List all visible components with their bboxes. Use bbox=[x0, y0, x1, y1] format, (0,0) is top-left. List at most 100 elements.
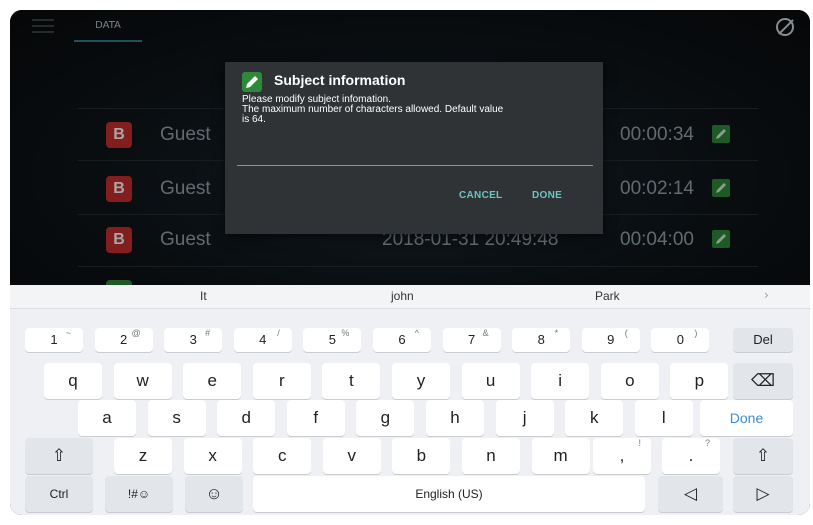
key-7[interactable]: 7 & bbox=[442, 328, 501, 352]
suggestion[interactable]: Park bbox=[595, 289, 620, 303]
key-label: y bbox=[416, 371, 426, 390]
key-sublabel: ( bbox=[624, 328, 628, 338]
key-w[interactable]: w bbox=[113, 363, 172, 399]
key-label: h bbox=[450, 408, 460, 427]
key-comma[interactable]: ,! bbox=[593, 438, 651, 474]
key-sublabel: # bbox=[205, 328, 211, 338]
key-label: ⇧ bbox=[51, 446, 67, 465]
key-5[interactable]: 5% bbox=[303, 328, 362, 352]
key-label: ⇧ bbox=[755, 446, 771, 465]
key-g[interactable]: g bbox=[356, 400, 415, 436]
key-label: 6 bbox=[398, 332, 406, 347]
space-bar[interactable]: English (US) bbox=[253, 476, 645, 512]
key-4[interactable]: 4/ bbox=[233, 328, 292, 352]
key-label: 3 bbox=[189, 332, 197, 347]
key-label: b bbox=[416, 446, 427, 465]
key-sublabel: & bbox=[482, 328, 489, 338]
done-button[interactable]: DONE bbox=[532, 190, 562, 201]
tablet-screen: DATA B Guest 00:00:34 B Guest 00:02:14 B… bbox=[10, 10, 810, 515]
key-f[interactable]: f bbox=[286, 400, 345, 436]
key-o[interactable]: o bbox=[600, 363, 659, 399]
key-3[interactable]: 3 # bbox=[164, 328, 223, 352]
key-sublabel: * bbox=[554, 328, 559, 338]
symbols-key[interactable]: !#☺ bbox=[105, 476, 173, 512]
key-label: f bbox=[313, 408, 319, 427]
arrow-right-icon[interactable]: ▷ bbox=[733, 476, 793, 512]
key-label: 1 bbox=[50, 332, 58, 347]
subject-input[interactable] bbox=[237, 146, 593, 166]
key-m[interactable]: m bbox=[531, 438, 590, 474]
suggestion[interactable]: john bbox=[391, 289, 414, 303]
key-label: v bbox=[347, 446, 357, 465]
key-sublabel: / bbox=[277, 328, 280, 338]
key-1[interactable]: 1 ~ bbox=[25, 328, 83, 352]
key-x[interactable]: x bbox=[183, 438, 242, 474]
key-p[interactable]: p bbox=[670, 363, 729, 399]
key-label: a bbox=[102, 408, 112, 427]
key-label: ◁ bbox=[683, 484, 698, 503]
key-label: m bbox=[553, 446, 568, 465]
arrow-left-icon[interactable]: ◁ bbox=[658, 476, 723, 512]
key-t[interactable]: t bbox=[322, 363, 381, 399]
key-0[interactable]: 0) bbox=[651, 328, 710, 352]
suggestion[interactable]: It bbox=[200, 289, 207, 303]
key-sublabel: ^ bbox=[414, 328, 419, 338]
app-screen: DATA B Guest 00:00:34 B Guest 00:02:14 B… bbox=[10, 10, 810, 285]
ctrl-key[interactable]: Ctrl bbox=[25, 476, 93, 512]
dialog-message-line: The maximum number of characters allowed… bbox=[242, 104, 504, 115]
key-q[interactable]: q bbox=[44, 363, 102, 399]
key-y[interactable]: y bbox=[392, 363, 450, 399]
key-j[interactable]: j bbox=[495, 400, 554, 436]
key-h[interactable]: h bbox=[426, 400, 484, 436]
key-e[interactable]: e bbox=[183, 363, 242, 399]
dialog-message: Please modify subject infomation. The ma… bbox=[242, 95, 587, 125]
key-sublabel: @ bbox=[131, 328, 141, 338]
key-label: c bbox=[277, 446, 287, 465]
key-z[interactable]: z bbox=[114, 438, 172, 474]
key-l[interactable]: l bbox=[634, 400, 693, 436]
done-key[interactable]: Done bbox=[700, 400, 793, 436]
suggestion-bar: It john Park › bbox=[10, 285, 810, 309]
key-sublabel: ! bbox=[638, 438, 641, 448]
key-8[interactable]: 8 * bbox=[512, 328, 571, 352]
emoji-icon[interactable]: ☺ bbox=[185, 476, 243, 512]
key-n[interactable]: n bbox=[462, 438, 520, 474]
chevron-right-icon[interactable]: › bbox=[764, 288, 769, 302]
key-v[interactable]: v bbox=[322, 438, 381, 474]
key-label: ▷ bbox=[756, 484, 770, 503]
key-a[interactable]: a bbox=[78, 400, 136, 436]
key-label: e bbox=[207, 371, 217, 390]
key-label: , bbox=[619, 446, 625, 465]
key-period[interactable]: .? bbox=[662, 438, 720, 474]
key-6[interactable]: 6 ^ bbox=[373, 328, 431, 352]
cancel-button[interactable]: CANCEL bbox=[459, 190, 502, 201]
delete-button[interactable]: Del bbox=[733, 328, 793, 352]
key-label: d bbox=[241, 408, 251, 427]
shift-icon[interactable]: ⇧ bbox=[733, 438, 793, 474]
key-label: 4 bbox=[259, 332, 267, 347]
key-k[interactable]: k bbox=[565, 400, 624, 436]
key-c[interactable]: c bbox=[253, 438, 312, 474]
key-label: English (US) bbox=[415, 487, 483, 501]
key-9[interactable]: 9( bbox=[581, 328, 640, 352]
key-2[interactable]: 2 @ bbox=[94, 328, 153, 352]
key-label: 9 bbox=[607, 332, 615, 347]
shift-icon[interactable]: ⇧ bbox=[25, 438, 93, 474]
key-sublabel: ? bbox=[704, 438, 710, 448]
key-b[interactable]: b bbox=[392, 438, 451, 474]
key-label: 2 bbox=[119, 332, 128, 347]
key-r[interactable]: r bbox=[252, 363, 311, 399]
key-label: Done bbox=[729, 410, 764, 426]
key-label: n bbox=[486, 446, 496, 465]
key-i[interactable]: i bbox=[531, 363, 590, 399]
key-label: Ctrl bbox=[49, 487, 69, 501]
key-label: j bbox=[522, 408, 527, 427]
key-label: ☺ bbox=[205, 484, 223, 503]
backspace-icon[interactable]: ⌫ bbox=[733, 363, 793, 399]
key-d[interactable]: d bbox=[217, 400, 276, 436]
key-s[interactable]: s bbox=[147, 400, 206, 436]
key-sublabel: ) bbox=[694, 328, 698, 338]
key-label: Del bbox=[753, 332, 773, 347]
key-u[interactable]: u bbox=[461, 363, 520, 399]
key-label: i bbox=[558, 371, 563, 390]
